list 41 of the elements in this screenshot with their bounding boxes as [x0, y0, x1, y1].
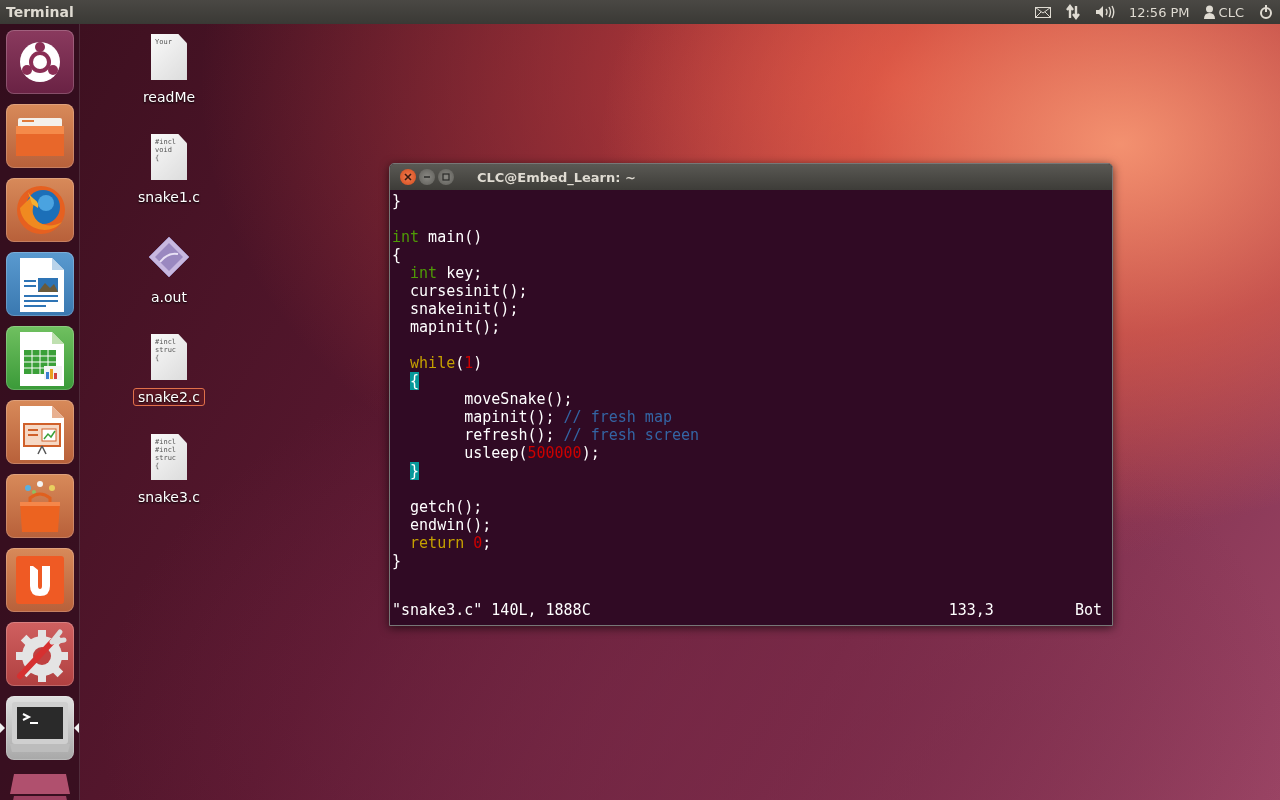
cursor-position: 133,3 — [948, 601, 994, 619]
minimize-icon — [423, 173, 431, 181]
code-line: { — [392, 246, 402, 264]
maximize-icon — [442, 173, 450, 181]
code-line: usleep(500000); — [464, 444, 600, 462]
code-line: int main() — [392, 228, 483, 246]
code-line: } — [392, 552, 402, 570]
clock[interactable]: 12:56 PM — [1128, 4, 1190, 20]
code-line: cursesinit(); — [410, 282, 528, 300]
code-line: endwin(); — [410, 516, 492, 534]
user-name[interactable]: CLC — [1218, 4, 1244, 20]
code-line: } — [392, 192, 402, 210]
file-label[interactable]: snake2.c — [133, 388, 205, 406]
close-button[interactable] — [400, 169, 416, 185]
close-icon — [404, 173, 412, 181]
file-label[interactable]: snake3.c — [133, 488, 205, 506]
code-line: snakeinit(); — [410, 300, 519, 318]
user-icon[interactable] — [1203, 5, 1215, 19]
executable-icon[interactable] — [146, 234, 192, 280]
file-label[interactable]: readMe — [137, 88, 201, 106]
scroll-position: Bot — [1074, 601, 1102, 619]
file-label[interactable]: snake1.c — [133, 188, 205, 206]
code-line: getch(); — [410, 498, 483, 516]
code-line: while(1) — [410, 354, 483, 372]
code-line: return 0; — [410, 534, 492, 552]
power-icon[interactable] — [1258, 4, 1274, 20]
code-line: mapinit(); // fresh map — [464, 408, 672, 426]
code-line: mapinit(); — [410, 318, 501, 336]
network-icon[interactable] — [1064, 4, 1081, 20]
window-title: CLC@Embed_Learn: ~ — [477, 169, 636, 185]
file-label[interactable]: a.out — [146, 288, 192, 306]
code-line: int key; — [410, 264, 483, 282]
code-line: moveSnake(); — [464, 390, 573, 408]
code-line: refresh(); // fresh screen — [464, 426, 700, 444]
mail-icon[interactable] — [1034, 6, 1051, 18]
terminal-icon[interactable] — [0, 696, 79, 760]
minimize-button[interactable] — [419, 169, 435, 185]
file-info: "snake3.c" 140L, 1888C — [392, 601, 591, 619]
app-title: Terminal — [6, 4, 74, 20]
maximize-button[interactable] — [438, 169, 454, 185]
volume-icon[interactable] — [1094, 5, 1115, 19]
